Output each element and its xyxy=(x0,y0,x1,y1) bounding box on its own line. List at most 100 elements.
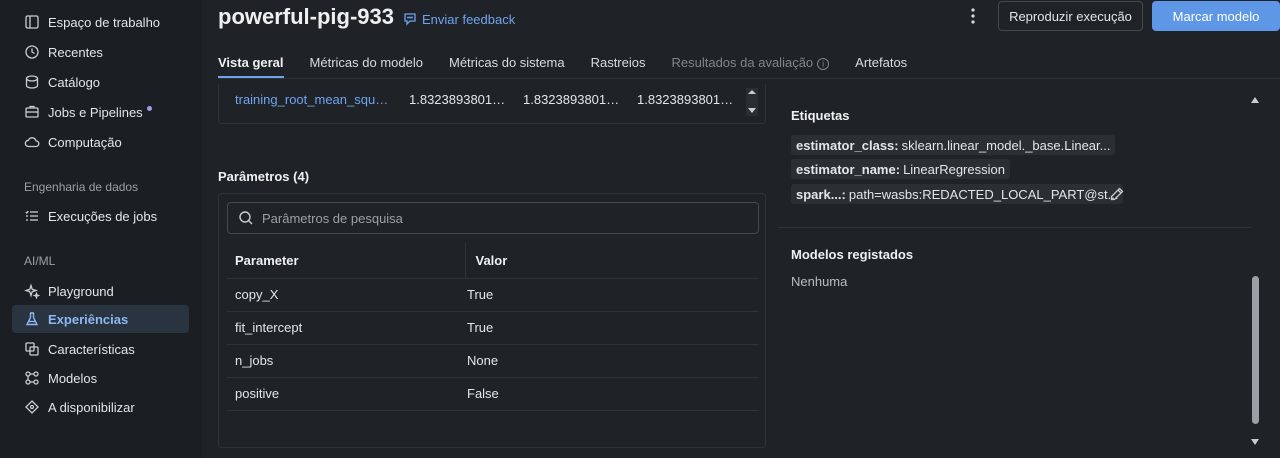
column-header-value[interactable]: Valor xyxy=(464,243,759,279)
param-name: copy_X xyxy=(227,278,465,312)
table-row: fit_intercept True xyxy=(227,311,759,345)
feedback-icon xyxy=(404,13,416,26)
catalog-icon xyxy=(24,74,40,90)
edit-tags-pencil-icon[interactable] xyxy=(1109,186,1125,202)
metric-name-link[interactable]: training_root_mean_squa... xyxy=(235,92,393,107)
sidebar-item-jobs[interactable]: Jobs e Pipelines xyxy=(12,98,189,126)
table-header-row: Parameter Valor xyxy=(227,243,759,279)
tags-title: Etiquetas xyxy=(791,108,850,123)
param-value: False xyxy=(465,377,759,411)
clock-icon xyxy=(24,44,40,60)
section-data-engineering: Engenharia de dados xyxy=(24,180,139,194)
job-runs-icon xyxy=(24,208,40,224)
new-indicator-dot xyxy=(146,105,152,111)
params-card: Parameter Valor copy_X True fit_intercep… xyxy=(218,193,766,448)
tab-overview[interactable]: Vista geral xyxy=(218,48,284,78)
table-row: training_root_mean_squa... 1.83238938015… xyxy=(235,92,735,107)
tag-value: LinearRegression xyxy=(903,161,1005,177)
sidebar-item-features[interactable]: Características xyxy=(12,335,189,363)
column-header-parameter[interactable]: Parameter xyxy=(227,243,465,279)
params-search[interactable] xyxy=(227,202,759,234)
page-scrollbar[interactable] xyxy=(1248,94,1262,450)
sidebar-item-label: Playground xyxy=(48,283,114,299)
feedback-link[interactable]: Enviar feedback xyxy=(402,11,515,27)
features-icon xyxy=(24,341,40,357)
table-row: positive False xyxy=(227,377,759,411)
main-content: powerful-pig-933 Enviar feedback Reprodu… xyxy=(202,0,1280,458)
sidebar-item-label: Modelos xyxy=(48,370,98,386)
tag-value: path=wasbs:REDACTED_LOCAL_PART@st... xyxy=(848,186,1119,202)
tag-key: estimator_class: xyxy=(796,137,899,153)
details-panel: Etiquetas estimator_class: sklearn.linear… xyxy=(778,84,1280,458)
sidebar-item-compute[interactable]: Computação xyxy=(12,128,189,156)
registered-models-value: Nenhuma xyxy=(791,274,848,289)
sparkle-icon xyxy=(24,283,40,299)
serving-icon xyxy=(24,399,40,415)
jobs-icon xyxy=(24,104,40,120)
feedback-label: Enviar feedback xyxy=(422,11,516,27)
info-icon: i xyxy=(817,58,830,70)
tag-value: sklearn.linear_model._base.Linear... xyxy=(901,137,1111,153)
sidebar-item-serving[interactable]: A disponibilizar xyxy=(12,393,189,421)
sidebar-item-job-runs[interactable]: Execuções de jobs xyxy=(12,202,189,230)
tab-system-metrics[interactable]: Métricas do sistema xyxy=(449,48,565,78)
sidebar-item-label: Experiências xyxy=(48,311,129,327)
tabs-divider xyxy=(218,78,1280,79)
param-value: True xyxy=(465,278,759,312)
workspace-icon xyxy=(24,14,40,30)
sidebar-item-recents[interactable]: Recentes xyxy=(12,38,189,66)
sidebar-item-label: Catálogo xyxy=(48,74,101,90)
tag-chip[interactable]: spark...: path=wasbs:REDACTED_LOCAL_PART@… xyxy=(791,184,1124,204)
param-value: None xyxy=(465,344,759,378)
register-model-button[interactable]: Marcar modelo xyxy=(1152,1,1280,31)
search-input[interactable] xyxy=(262,210,742,226)
params-table: Parameter Valor copy_X True fit_intercep… xyxy=(227,243,759,411)
tab-bar: Vista geral Métricas do modelo Métricas … xyxy=(218,48,933,78)
search-icon xyxy=(239,211,253,225)
scrollbar-thumb[interactable] xyxy=(1252,276,1259,424)
more-options-icon[interactable] xyxy=(966,6,980,26)
param-name: positive xyxy=(227,377,465,411)
metric-value: 1.83238938015... xyxy=(637,92,735,107)
models-icon xyxy=(24,370,40,386)
page-title: powerful-pig-933 xyxy=(218,4,395,29)
sidebar-item-label: Computação xyxy=(48,134,122,150)
table-row: copy_X True xyxy=(227,278,759,312)
sidebar-item-catalog[interactable]: Catálogo xyxy=(12,68,189,96)
sidebar-item-models[interactable]: Modelos xyxy=(12,364,189,392)
sidebar-item-label: Execuções de jobs xyxy=(48,208,158,224)
sidebar-item-playground[interactable]: Playground xyxy=(12,277,189,305)
param-name: n_jobs xyxy=(227,344,465,378)
metrics-table-card: training_root_mean_squa... 1.83238938015… xyxy=(218,84,766,124)
sidebar-item-experiments[interactable]: Experiências xyxy=(12,305,189,333)
sidebar-item-label: Características xyxy=(48,341,135,357)
sidebar-item-label: Recentes xyxy=(48,44,103,60)
tag-key: estimator_name: xyxy=(796,161,901,177)
tag-chip[interactable]: estimator_class: sklearn.linear_model._ba… xyxy=(791,135,1116,155)
cloud-icon xyxy=(24,134,40,150)
reproduce-run-button[interactable]: Reproduzir execução xyxy=(998,1,1143,31)
section-divider xyxy=(778,227,1252,228)
tab-label: Resultados da avaliação xyxy=(671,55,814,70)
tab-evaluation-results[interactable]: Resultados da avaliação i xyxy=(672,48,830,78)
tab-artifacts[interactable]: Artefatos xyxy=(855,48,907,78)
table-scrollbar[interactable] xyxy=(745,88,759,116)
sidebar: Espaço de trabalho Recentes Catálogo Job… xyxy=(0,0,202,458)
params-title: Parâmetros (4) xyxy=(218,169,310,184)
sidebar-item-label: A disponibilizar xyxy=(48,399,135,415)
flask-icon xyxy=(24,311,40,327)
param-name: fit_intercept xyxy=(227,311,465,345)
sidebar-item-label: Jobs e Pipelines xyxy=(48,104,143,120)
tag-chip[interactable]: estimator_name: LinearRegression xyxy=(791,159,1010,179)
tab-traces[interactable]: Rastreios xyxy=(591,48,646,78)
table-row: n_jobs None xyxy=(227,344,759,378)
registered-models-title: Modelos registados xyxy=(791,247,914,262)
param-value: True xyxy=(465,311,759,345)
tab-model-metrics[interactable]: Métricas do modelo xyxy=(310,48,423,78)
sidebar-item-workspace[interactable]: Espaço de trabalho xyxy=(12,8,189,36)
metric-value: 1.83238938015... xyxy=(523,92,621,107)
metric-value: 1.83238938015... xyxy=(409,92,507,107)
sidebar-item-label: Espaço de trabalho xyxy=(48,14,161,30)
tag-key: spark...: xyxy=(796,186,846,202)
section-aiml: AI/ML xyxy=(24,254,56,268)
